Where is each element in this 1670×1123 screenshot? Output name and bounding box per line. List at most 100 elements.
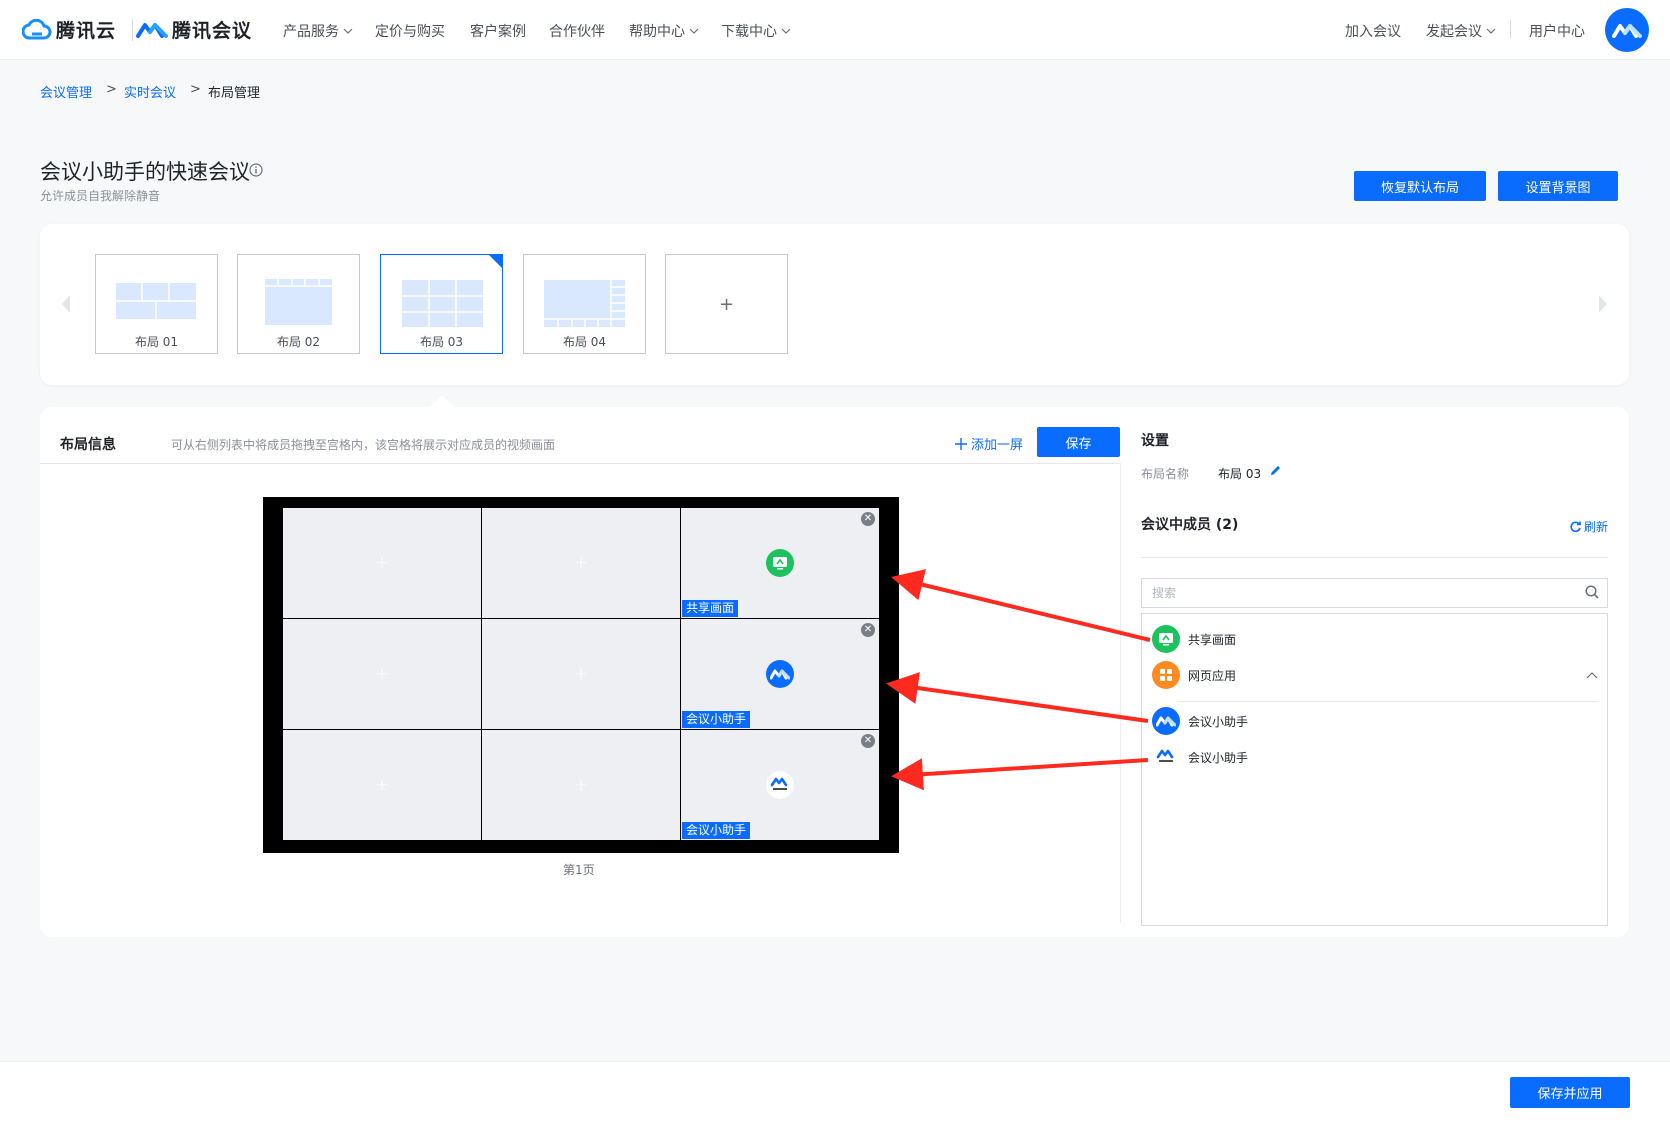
nav-item-partners[interactable]: 合作伙伴 (549, 21, 605, 41)
grid-cell-empty[interactable]: + (482, 508, 680, 618)
member-name: 会议小助手 (1188, 750, 1249, 765)
page-title: 会议小助手的快速会议 (40, 160, 250, 184)
nav-item-label: 用户中心 (1529, 24, 1585, 40)
restore-default-layout-button[interactable]: 恢复默认布局 (1354, 171, 1486, 201)
grid-cell-empty[interactable]: + (283, 730, 481, 840)
layout-thumb-label: 布局 03 (419, 335, 464, 349)
nav-item-products[interactable]: 产品服务 (283, 21, 353, 41)
meeting-logo-icon (766, 660, 794, 688)
nav-user-center[interactable]: 用户中心 (1529, 21, 1585, 41)
nav-item-cases[interactable]: 客户案例 (470, 21, 526, 41)
screen-share-icon (766, 549, 794, 577)
layout-thumb-02[interactable]: 布局 02 (237, 254, 360, 354)
refresh-label: 刷新 (1584, 520, 1609, 534)
cell-member-tag: 会议小助手 (682, 822, 751, 839)
selected-corner-marker (489, 255, 502, 268)
save-and-apply-button[interactable]: 保存并应用 (1510, 1077, 1630, 1108)
video-layout-canvas: + + ✕ 共享画面 + + ✕ 会议小助手 + + ✕ 会议小助手 (263, 497, 899, 853)
nav-item-download[interactable]: 下载中心 (721, 21, 791, 41)
group-divider (1178, 701, 1598, 702)
section-divider (40, 463, 1120, 464)
nav-item-label: 下载中心 (721, 24, 777, 40)
cell-member-tag: 会议小助手 (682, 711, 751, 728)
breadcrumb-live-meeting[interactable]: 实时会议 (124, 82, 176, 101)
logo-divider (132, 19, 133, 41)
add-screen-label: 添加一屏 (971, 438, 1024, 453)
tencent-cloud-logo[interactable]: 腾讯云 (22, 16, 116, 43)
nav-divider (1510, 20, 1511, 38)
nav-item-label: 产品服务 (283, 24, 339, 40)
screen-share-icon (1152, 625, 1180, 653)
cloud-logo-icon (22, 18, 52, 39)
members-divider (1141, 557, 1608, 558)
remove-cell-icon[interactable]: ✕ (861, 734, 875, 748)
chevron-down-icon (343, 28, 353, 34)
grid-cell-empty[interactable]: + (482, 619, 680, 729)
nav-item-pricing[interactable]: 定价与购买 (375, 21, 445, 41)
breadcrumb-separator: > (190, 82, 201, 97)
member-item-meeting-assistant-web[interactable]: 会议小助手 (1152, 743, 1248, 771)
layout-thumb-03[interactable]: 布局 03 (380, 254, 503, 354)
grid-cell-empty[interactable]: + (482, 730, 680, 840)
info-icon[interactable] (249, 163, 263, 177)
breadcrumb-meeting-management[interactable]: 会议管理 (40, 82, 92, 101)
add-layout-button[interactable]: + (665, 254, 788, 354)
chevron-right-icon[interactable] (1597, 294, 1609, 314)
user-avatar[interactable] (1605, 8, 1649, 52)
search-icon[interactable] (1585, 585, 1599, 599)
breadcrumb-separator: > (106, 82, 117, 97)
chevron-down-icon (689, 28, 699, 34)
set-background-button[interactable]: 设置背景图 (1498, 171, 1618, 201)
nav-start-meeting[interactable]: 发起会议 (1426, 21, 1496, 41)
tencent-meeting-badge-icon (1152, 743, 1180, 771)
member-name: 网页应用 (1188, 668, 1237, 683)
selection-caret (430, 395, 454, 407)
nav-item-label: 帮助中心 (629, 24, 685, 40)
layout-thumb-label: 布局 01 (134, 335, 179, 349)
nav-join-meeting[interactable]: 加入会议 (1345, 21, 1401, 41)
layout-info-title: 布局信息 (60, 437, 116, 453)
grid-cell-meeting-assistant[interactable]: ✕ 会议小助手 (681, 619, 879, 729)
layout-thumb-label: 布局 04 (562, 335, 607, 349)
plus-icon: + (573, 774, 589, 796)
save-button[interactable]: 保存 (1037, 427, 1120, 457)
tencent-meeting-badge-icon (766, 771, 794, 799)
chevron-up-icon[interactable] (1586, 671, 1598, 679)
layout-name-value: 布局 03 (1218, 467, 1262, 481)
tencent-meeting-logo[interactable]: 腾讯会议 (136, 16, 252, 43)
page-subtitle: 允许成员自我解除静音 (40, 189, 161, 203)
remove-cell-icon[interactable]: ✕ (861, 512, 875, 526)
cloud-brand-name: 腾讯云 (56, 20, 117, 42)
chevron-down-icon (1486, 28, 1496, 34)
layout-name-label: 布局名称 (1141, 467, 1190, 481)
chevron-left-icon[interactable] (60, 294, 72, 314)
member-name: 会议小助手 (1188, 714, 1249, 729)
breadcrumb-current: 布局管理 (208, 86, 261, 101)
member-item-meeting-assistant[interactable]: 会议小助手 (1152, 707, 1248, 735)
member-item-share-screen[interactable]: 共享画面 (1152, 625, 1236, 653)
layout-thumb-04[interactable]: 布局 04 (523, 254, 646, 354)
plus-icon: + (573, 552, 589, 574)
nav-item-help[interactable]: 帮助中心 (629, 21, 699, 41)
video-grid: + + ✕ 共享画面 + + ✕ 会议小助手 + + ✕ 会议小助手 (283, 508, 879, 842)
grid-cell-meeting-assistant[interactable]: ✕ 会议小助手 (681, 730, 879, 840)
meeting-logo-icon (1612, 24, 1642, 38)
plus-icon: + (374, 552, 390, 574)
member-name: 共享画面 (1188, 632, 1237, 647)
page-indicator: 第1页 (563, 863, 595, 877)
member-group-web-app[interactable]: 网页应用 (1152, 661, 1236, 689)
grid-cell-share-screen[interactable]: ✕ 共享画面 (681, 508, 879, 618)
member-search-input[interactable] (1141, 578, 1608, 608)
remove-cell-icon[interactable]: ✕ (861, 623, 875, 637)
add-screen-button[interactable]: 添加一屏 (955, 434, 1023, 453)
layout-info-description: 可从右侧列表中将成员拖拽至宫格内，该宫格将展示对应成员的视频画面 (171, 438, 556, 452)
grid-cell-empty[interactable]: + (283, 619, 481, 729)
nav-item-label: 合作伙伴 (549, 24, 605, 40)
plus-icon: + (573, 663, 589, 685)
layout-thumb-01[interactable]: 布局 01 (95, 254, 218, 354)
edit-pencil-icon[interactable] (1269, 464, 1282, 477)
grid-cell-empty[interactable]: + (283, 508, 481, 618)
refresh-button[interactable]: 刷新 (1569, 518, 1608, 535)
web-app-icon (1152, 661, 1180, 689)
refresh-icon (1570, 521, 1581, 533)
